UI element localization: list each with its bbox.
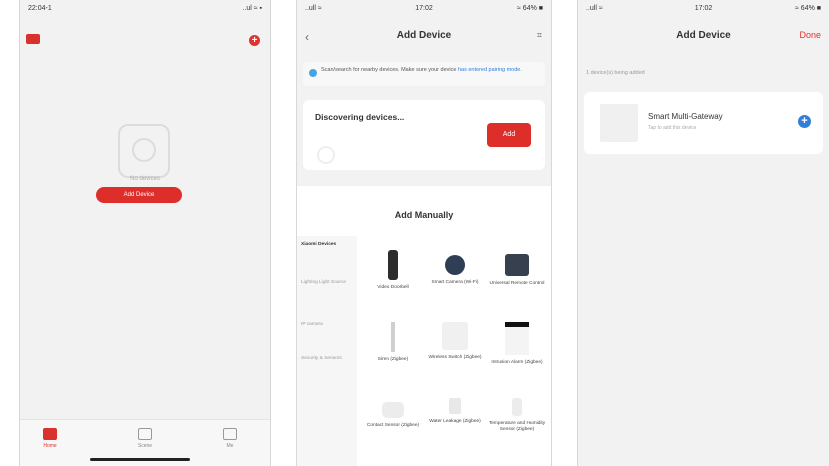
add-device-button[interactable]: Add Device (96, 187, 182, 203)
contact-sensor-icon (382, 402, 404, 418)
add-button[interactable]: Add (487, 123, 531, 147)
navigation-bar: Add Device (578, 26, 829, 50)
device-label: Smart Camera (Wi-Fi) (431, 280, 479, 285)
phone-screen-add-device: ..ull ≈ 17:02 ≈ 64% ■ ‹ Add Device ⌗ Sca… (297, 0, 551, 466)
device-tile[interactable]: Smart Camera (Wi-Fi) (425, 250, 485, 286)
found-device-row[interactable]: Smart Multi-Gateway Tap to add this devi… (584, 92, 823, 154)
tab-label: Me (226, 443, 234, 449)
status-icons: ≈ 64% ■ (517, 5, 543, 12)
discovering-panel: Discovering devices... Add (303, 100, 545, 170)
home-icon (43, 428, 57, 440)
scene-icon (138, 428, 152, 440)
tab-scene[interactable]: Scene (125, 428, 165, 449)
done-button[interactable]: Done (799, 30, 821, 40)
siren-icon (391, 322, 395, 352)
category-item[interactable]: IP camera (301, 322, 353, 328)
gateway-icon (600, 104, 638, 142)
discovering-label: Discovering devices... (315, 112, 405, 122)
camera-icon (445, 255, 465, 275)
device-description: Tap to add this device (648, 125, 697, 131)
device-label: Contact Sensor (Zigbee) (366, 423, 420, 428)
tab-label: Scene (137, 443, 153, 449)
phone-screen-device-found: ..ull ≈ 17:02 ≈ 64% ■ Add Device Done 1 … (578, 0, 829, 466)
device-label: Universal Remote Control (489, 281, 545, 286)
device-label: Water Leakage (Zigbee) (429, 419, 481, 424)
device-tile[interactable]: Wireless Switch (Zigbee) (425, 322, 485, 361)
tab-me[interactable]: Me (210, 428, 250, 449)
status-time: 22:04-1 (28, 5, 52, 12)
device-label: Siren (Zigbee) (377, 357, 409, 362)
tab-home[interactable]: Home (30, 428, 70, 449)
tip-link[interactable]: has entered pairing mode. (458, 67, 522, 73)
status-time: 17:02 (694, 5, 713, 12)
device-tile[interactable]: Temperature and Humidity Sensor (Zigbee) (487, 394, 547, 433)
tab-bar: Home Scene Me (20, 419, 270, 466)
add-plus-icon[interactable]: + (249, 35, 260, 46)
empty-device-icon (118, 124, 170, 178)
alarm-icon (505, 322, 529, 355)
device-name: Smart Multi-Gateway (648, 112, 723, 121)
loading-spinner-icon (317, 146, 335, 164)
device-label: Wireless Switch (Zigbee) (428, 355, 482, 360)
info-bulb-icon (309, 69, 317, 77)
home-selector-icon[interactable] (26, 34, 40, 44)
device-tile[interactable]: Contact Sensor (Zigbee) (363, 394, 423, 429)
device-tile[interactable]: Water Leakage (Zigbee) (425, 394, 485, 425)
status-bar: ..ull ≈ 17:02 ≈ 64% ■ (578, 0, 829, 18)
phone-screen-home: 22:04-1 ..ul ≈ ▪ + No devices Add Device… (20, 0, 270, 466)
status-icons: ≈ 64% ■ (795, 5, 821, 12)
device-tile[interactable]: Siren (Zigbee) (363, 322, 423, 363)
add-plus-icon[interactable]: + (798, 115, 811, 128)
category-item[interactable]: Lighting Light Source (301, 280, 353, 286)
device-tile[interactable]: Universal Remote Control (487, 250, 547, 287)
adding-status-text: 1 device(s) being added (586, 70, 645, 76)
doorbell-icon (388, 250, 398, 280)
empty-state-text: No devices (130, 176, 160, 182)
profile-icon (223, 428, 237, 440)
add-manually-panel: Add Manually Xiaomi Devices Lighting Lig… (297, 186, 551, 466)
device-label: Temperature and Humidity Sensor (Zigbee) (488, 421, 546, 432)
status-icons: ..ul ≈ ▪ (242, 5, 262, 12)
page-title: Add Device (396, 30, 452, 41)
device-tile[interactable]: Intrusion Alarm (Zigbee) (487, 322, 547, 366)
navigation-bar: Add Device (297, 26, 551, 50)
device-label: Video Doorbell (377, 285, 409, 290)
page-title: Add Device (676, 30, 731, 41)
status-bar: 22:04-1 ..ul ≈ ▪ (20, 0, 270, 18)
section-title: Add Manually (394, 210, 454, 220)
category-item[interactable]: Xiaomi Devices (301, 242, 353, 248)
category-sidebar: Xiaomi Devices Lighting Light Source IP … (297, 236, 357, 466)
category-item[interactable]: Security & Sensors (301, 356, 353, 362)
tip-text: Scan/search for nearby devices. Make sur… (321, 67, 457, 73)
device-tile[interactable]: Video Doorbell (363, 250, 423, 291)
status-time: 17:02 (415, 5, 433, 12)
water-leak-sensor-icon (449, 398, 461, 414)
switch-icon (442, 322, 468, 350)
pairing-tip: Scan/search for nearby devices. Make sur… (303, 62, 545, 86)
scan-qr-icon[interactable]: ⌗ (537, 30, 542, 41)
device-label: Intrusion Alarm (Zigbee) (491, 360, 543, 365)
tab-label: Home (43, 443, 57, 449)
status-bar: ..ull ≈ 17:02 ≈ 64% ■ (297, 0, 551, 18)
thermometer-icon (512, 398, 522, 416)
remote-control-icon (505, 254, 529, 276)
home-indicator (90, 458, 190, 461)
